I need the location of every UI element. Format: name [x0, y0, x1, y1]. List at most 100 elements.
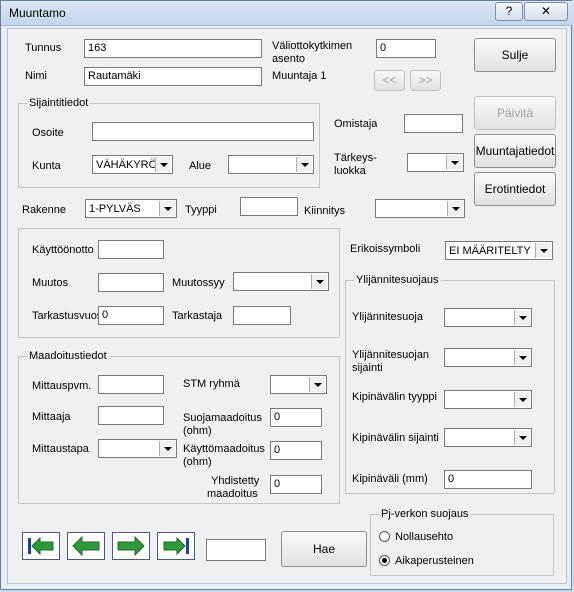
- aikaperusteinen-label[interactable]: Aikaperusteinen: [395, 555, 474, 567]
- paivita-button[interactable]: Päivitä: [474, 96, 556, 130]
- rakenne-value: 1-PYLVÄS: [89, 203, 141, 215]
- tunnus-input[interactable]: 163: [84, 39, 262, 58]
- help-button[interactable]: ?: [495, 2, 523, 21]
- ylijannitesuojaus-title: Ylijännitesuojaus: [354, 274, 441, 286]
- tyyppi-label: Tyyppi: [185, 204, 217, 216]
- tarkeysluokka-label-line1: Tärkeys-: [334, 152, 377, 164]
- kiinnitys-label: Kiinnitys: [304, 205, 345, 217]
- tarkastaja-input[interactable]: [233, 306, 291, 325]
- chevron-down-icon[interactable]: [296, 157, 312, 172]
- chevron-down-icon[interactable]: [311, 274, 327, 289]
- stm-ryhma-label: STM ryhmä: [183, 378, 240, 390]
- ylijannitesuoja-select[interactable]: [444, 308, 532, 327]
- mittaaja-input[interactable]: [98, 406, 164, 425]
- sijaintitiedot-title: Sijaintitiedot: [27, 97, 91, 109]
- tarkeysluokka-select[interactable]: [407, 153, 464, 172]
- muuntajatiedot-button[interactable]: Muuntajatiedot: [474, 134, 556, 168]
- omistaja-input[interactable]: [404, 114, 463, 133]
- chevron-down-icon[interactable]: [535, 243, 551, 258]
- first-record-button[interactable]: [22, 532, 60, 560]
- erotintiedot-button[interactable]: Erotintiedot: [474, 172, 556, 206]
- kiinnitys-select[interactable]: [375, 199, 465, 218]
- chevron-down-icon[interactable]: [514, 350, 530, 365]
- kayttomaadoitus-label-line2: (ohm): [183, 456, 212, 468]
- stm-ryhma-select[interactable]: [270, 375, 327, 394]
- title-bar: Muuntamo ? ✕: [1, 1, 573, 26]
- muutossyy-select[interactable]: [233, 272, 329, 291]
- chevron-down-icon[interactable]: [446, 155, 462, 170]
- muutos-input[interactable]: [98, 273, 164, 292]
- chevron-down-icon[interactable]: [447, 201, 463, 216]
- nimi-label: Nimi: [25, 70, 47, 82]
- kunta-label: Kunta: [32, 160, 61, 172]
- window-title: Muuntamo: [9, 6, 66, 20]
- kipinavalin-sijainti-select[interactable]: [444, 428, 532, 447]
- muutossyy-label: Muutossyy: [172, 277, 225, 289]
- mittauspvm-input[interactable]: [98, 375, 164, 394]
- valiotto-label-line2: asento: [272, 53, 306, 65]
- kayttomaadoitus-input[interactable]: 0: [270, 441, 322, 460]
- previous-record-button[interactable]: [67, 532, 105, 560]
- yhdistetty-label-line1: Yhdistetty: [211, 475, 260, 487]
- alue-label: Alue: [189, 160, 212, 172]
- ylijannitesuoja-label: Ylijännitesuoja: [352, 311, 423, 323]
- chevron-down-icon[interactable]: [155, 157, 171, 172]
- last-record-button[interactable]: [157, 532, 195, 560]
- nollausehto-radio[interactable]: [379, 531, 390, 542]
- sijaintitiedot-group: Sijaintitiedot: [18, 97, 320, 188]
- last-record-icon: [163, 536, 189, 556]
- kayttoonotto-label: Käyttöönotto: [32, 244, 94, 256]
- close-window-button[interactable]: ✕: [524, 2, 568, 21]
- osoite-input[interactable]: [92, 122, 314, 141]
- hae-button[interactable]: Hae: [281, 531, 367, 567]
- kipinavali-label: Kipinäväli (mm): [352, 473, 428, 485]
- erikoissymboli-value: EI MÄÄRITELTY: [449, 245, 531, 257]
- tarkastusvuosi-input[interactable]: 0: [98, 306, 164, 325]
- alue-select[interactable]: [228, 155, 314, 174]
- kipinavalin-tyyppi-label: Kipinävälin tyyppi: [352, 391, 437, 403]
- tarkastaja-label: Tarkastaja: [172, 310, 223, 322]
- suojamaadoitus-input[interactable]: 0: [270, 408, 322, 427]
- muuntaja-label: Muuntaja 1: [272, 70, 327, 82]
- first-record-icon: [28, 536, 54, 556]
- kipinavalin-tyyppi-select[interactable]: [444, 390, 532, 409]
- kayttoonotto-input[interactable]: [98, 240, 164, 259]
- sulje-button[interactable]: Sulje: [474, 38, 556, 72]
- tyyppi-input[interactable]: [240, 197, 298, 216]
- rakenne-label: Rakenne: [22, 204, 67, 216]
- chevron-down-icon[interactable]: [159, 201, 175, 216]
- muutos-label: Muutos: [32, 277, 69, 289]
- kayttomaadoitus-label-line1: Käyttömaadoitus: [183, 443, 265, 455]
- kipinavali-input[interactable]: 0: [444, 470, 532, 489]
- chevron-down-icon[interactable]: [514, 392, 530, 407]
- ylijannitesuojan-sijainti-label-line2: sijainti: [352, 362, 383, 374]
- chevron-down-icon[interactable]: [159, 441, 175, 456]
- mittaustapa-select[interactable]: [98, 439, 177, 458]
- next-transformer-button[interactable]: >>: [410, 70, 441, 91]
- ylijannitesuojan-sijainti-select[interactable]: [444, 348, 532, 367]
- nimi-input[interactable]: Rautamäki: [84, 67, 262, 86]
- ylijannitesuojan-sijainti-label-line1: Ylijännitesuojan: [352, 349, 430, 361]
- yhdistetty-input[interactable]: 0: [270, 475, 322, 494]
- kipinavalin-sijainti-label: Kipinävälin sijainti: [352, 432, 439, 444]
- previous-transformer-button[interactable]: <<: [374, 70, 405, 91]
- previous-record-icon: [72, 535, 100, 557]
- valiotto-input[interactable]: 0: [376, 39, 436, 58]
- next-record-icon: [117, 535, 145, 557]
- omistaja-label: Omistaja: [334, 118, 378, 130]
- nollausehto-label[interactable]: Nollausehto: [395, 531, 453, 543]
- record-input[interactable]: [206, 539, 266, 561]
- yhdistetty-label-line2: maadoitus: [207, 488, 258, 500]
- tarkastusvuosi-label: Tarkastusvuosi: [32, 310, 98, 322]
- rakenne-select[interactable]: 1-PYLVÄS: [85, 199, 177, 218]
- chevron-down-icon[interactable]: [309, 377, 325, 392]
- next-record-button[interactable]: [112, 532, 150, 560]
- chevron-down-icon[interactable]: [514, 310, 530, 325]
- erikoissymboli-select[interactable]: EI MÄÄRITELTY: [445, 241, 553, 260]
- chevron-down-icon[interactable]: [514, 430, 530, 445]
- valiotto-label-line1: Väliottokytkimen: [272, 40, 353, 52]
- erikoissymboli-label: Erikoissymboli: [350, 243, 421, 255]
- kunta-select[interactable]: VÄHÄKYRÖ: [92, 155, 173, 174]
- pj-verkon-suojaus-title: Pj-verkon suojaus: [379, 508, 471, 520]
- aikaperusteinen-radio[interactable]: [379, 555, 390, 566]
